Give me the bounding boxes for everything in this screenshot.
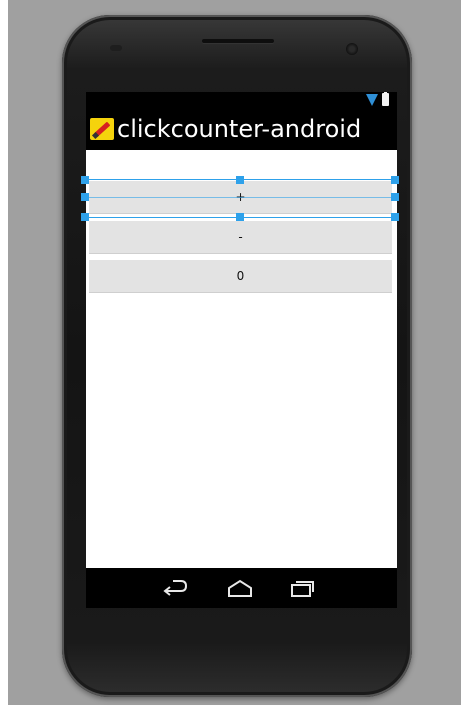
increment-button[interactable]: + — [89, 181, 392, 213]
app-title: clickcounter-android — [117, 115, 362, 143]
battery-icon — [382, 92, 389, 106]
recent-apps-icon[interactable] — [288, 578, 316, 600]
device-screen: clickcounter-android + - 0 — [86, 92, 397, 608]
layout-content: + - 0 — [86, 150, 397, 568]
pencil-app-icon — [90, 118, 114, 140]
decrement-button[interactable]: - — [89, 221, 392, 253]
front-camera — [346, 43, 358, 55]
earpiece-speaker — [202, 39, 274, 43]
action-bar: clickcounter-android — [86, 108, 397, 150]
proximity-sensor — [110, 45, 122, 51]
navigation-bar — [86, 568, 397, 608]
home-icon[interactable] — [226, 578, 254, 600]
wifi-icon — [366, 94, 378, 106]
count-button[interactable]: 0 — [89, 260, 392, 292]
status-bar — [86, 92, 397, 108]
back-icon[interactable] — [161, 578, 189, 600]
